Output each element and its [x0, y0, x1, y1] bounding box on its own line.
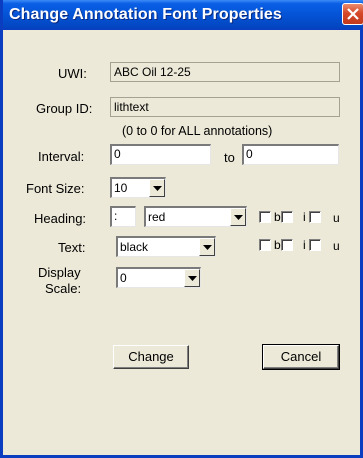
- group-id-label: Group ID:: [36, 101, 93, 116]
- chevron-down-icon: [188, 276, 197, 281]
- font-size-label: Font Size:: [26, 181, 85, 196]
- heading-italic-label: i: [303, 210, 306, 224]
- heading-underline-label: u: [333, 211, 340, 225]
- display-scale-label-line1: Display: [38, 265, 81, 280]
- interval-to-label: to: [224, 150, 235, 165]
- interval-label: Interval:: [38, 149, 85, 164]
- chevron-down-icon: [153, 186, 162, 191]
- uwi-value: ABC Oil 12-25: [110, 62, 340, 82]
- heading-italic-checkbox[interactable]: [281, 211, 293, 223]
- text-bold-label: b: [274, 238, 281, 252]
- title-bar[interactable]: Change Annotation Font Properties: [3, 0, 363, 30]
- font-size-dropdown-button[interactable]: [149, 179, 165, 197]
- font-size-select[interactable]: 10: [110, 177, 166, 198]
- heading-label: Heading:: [34, 211, 87, 226]
- text-label: Text:: [58, 240, 86, 255]
- interval-from-input[interactable]: 0: [110, 144, 211, 165]
- display-scale-label-line2: Scale:: [45, 281, 82, 296]
- text-color-value: black: [120, 240, 149, 254]
- chevron-down-icon: [234, 215, 243, 220]
- cancel-button[interactable]: Cancel: [262, 344, 340, 370]
- interval-to-input[interactable]: 0: [242, 144, 339, 165]
- heading-color-value: red: [148, 210, 166, 224]
- text-underline-checkbox[interactable]: [309, 239, 321, 251]
- text-italic-label: i: [303, 238, 306, 252]
- font-size-value: 10: [114, 181, 128, 195]
- interval-hint: (0 to 0 for ALL annotations): [122, 124, 273, 138]
- uwi-label: UWI:: [58, 66, 87, 81]
- display-scale-value: 0: [120, 271, 127, 285]
- heading-color-select[interactable]: red: [144, 206, 247, 227]
- text-bold-checkbox[interactable]: [259, 239, 271, 251]
- close-button[interactable]: [342, 3, 363, 25]
- display-scale-dropdown-button[interactable]: [184, 269, 200, 287]
- group-id-value: lithtext: [110, 97, 340, 117]
- text-italic-checkbox[interactable]: [281, 239, 293, 251]
- heading-bold-label: b: [274, 210, 281, 224]
- window-title: Change Annotation Font Properties: [9, 6, 282, 23]
- close-icon: [347, 8, 359, 20]
- text-color-select[interactable]: black: [116, 236, 216, 257]
- change-button[interactable]: Change: [113, 345, 189, 369]
- chevron-down-icon: [203, 245, 212, 250]
- display-scale-select[interactable]: 0: [116, 267, 201, 288]
- dialog-window: Change Annotation Font Properties UWI: A…: [0, 0, 363, 458]
- text-underline-label: u: [333, 239, 340, 253]
- heading-underline-checkbox[interactable]: [309, 211, 321, 223]
- heading-bold-checkbox[interactable]: [259, 211, 271, 223]
- text-color-dropdown-button[interactable]: [199, 238, 215, 256]
- heading-color-dropdown-button[interactable]: [230, 208, 246, 226]
- heading-prefix-input[interactable]: :: [110, 206, 136, 227]
